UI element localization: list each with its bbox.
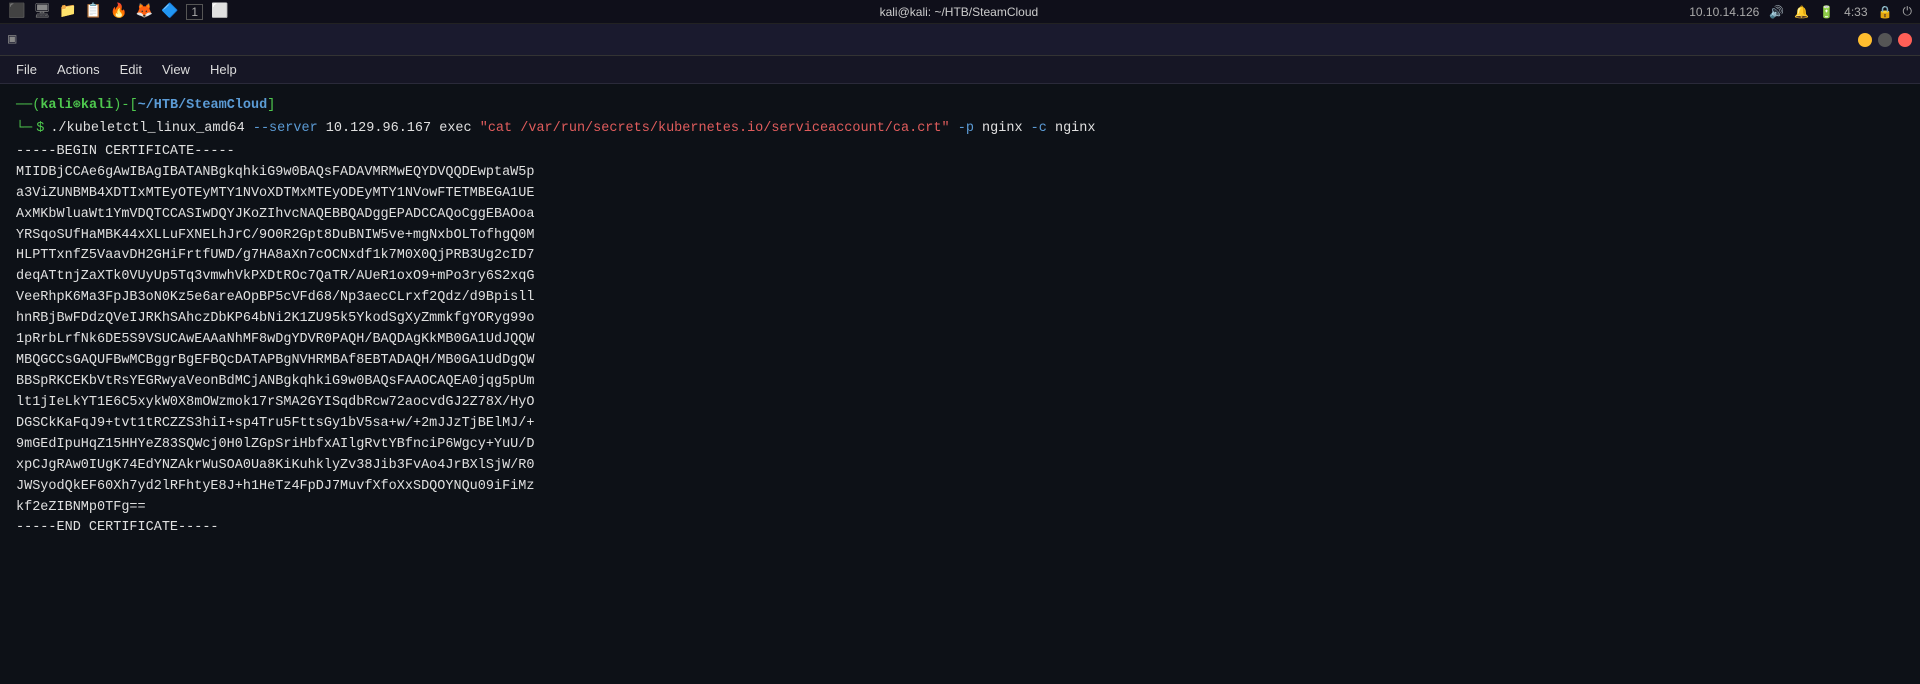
system-topbar: ⬛ 🖥 📁 📋 🔥 🦊 🔷 1 ⬜ kali@kali: ~/HTB/Steam… — [0, 0, 1920, 24]
cert-line: MBQGCCsGAQUFBwMCBggrBgEFBQcDATAPBgNVHRMB… — [16, 351, 1904, 372]
cert-output: -----BEGIN CERTIFICATE-----MIIDBjCCAe6gA… — [16, 142, 1904, 540]
cert-line: MIIDBjCCAe6gAwIBAgIBATANBgkqhkiG9w0BAQsF… — [16, 163, 1904, 184]
menu-actions[interactable]: Actions — [49, 60, 108, 79]
cmd-quoted: "cat /var/run/secrets/kubernetes.io/serv… — [480, 119, 950, 140]
cert-line: VeeRhpK6Ma3FpJB3oN0Kz5e6areAOpBP5cVFd68/… — [16, 288, 1904, 309]
system-icon-7: 🔷 — [161, 3, 178, 20]
cert-line: a3ViZUNBMB4XDTIxMTEyOTEyMTY1NVoXDTMxMTEy… — [16, 184, 1904, 205]
system-icon-2: 🖥 — [33, 3, 51, 20]
workspace-indicator[interactable]: 1 — [186, 4, 203, 20]
titlebar: ▣ — [0, 24, 1920, 56]
system-icon-8: ⬜ — [211, 3, 228, 20]
power-icon: ⏻ — [1902, 4, 1912, 19]
menu-help[interactable]: Help — [202, 60, 245, 79]
cert-line: xpCJgRAw0IUgK74EdYNZAkrWuSOA0Ua8KiKuhkly… — [16, 456, 1904, 477]
system-icon-5: 🔥 — [110, 3, 127, 20]
clock: 4:33 — [1844, 5, 1867, 19]
cert-line: JWSyodQkEF60Xh7yd2lRFhtyE8J+h1HeTz4FpDJ7… — [16, 477, 1904, 498]
prompt-connector: └─ — [16, 119, 32, 140]
cert-line: AxMKbWluaWt1YmVDQTCCASIwDQYJKoZIhvcNAQEB… — [16, 205, 1904, 226]
cmd-flag-server: --server — [253, 119, 318, 140]
cmd-binary: ./kubeletctl_linux_amd64 — [50, 119, 244, 140]
prompt-user: kali — [40, 96, 72, 117]
cert-line: lt1jIeLkYT1E6C5xykW0X8mOWzmok17rSMA2GYIS… — [16, 393, 1904, 414]
terminal-area[interactable]: ──(kali⊛kali)-[~/HTB/SteamCloud] └─ $ ./… — [0, 84, 1920, 684]
prompt-host: kali — [81, 96, 113, 117]
cert-line: hnRBjBwFDdzQVeIJRKhSAhczDbKP64bNi2K1ZU95… — [16, 309, 1904, 330]
system-icon-3: 📁 — [59, 3, 76, 20]
cert-line: HLPTTxnfZ5VaavDH2GHiFrtfUWD/g7HA8aXn7cOC… — [16, 246, 1904, 267]
menu-file[interactable]: File — [8, 60, 45, 79]
prompt-path: ~/HTB/SteamCloud — [138, 96, 268, 117]
prompt-dollar: $ — [36, 119, 44, 140]
cert-line: YRSqoSUfHaMBK44xXLLuFXNELhJrC/9O0R2Gpt8D… — [16, 226, 1904, 247]
window-title: kali@kali: ~/HTB/SteamCloud — [880, 3, 1039, 21]
cmd-ip: 10.129.96.167 — [326, 119, 431, 140]
system-icon-6: 🦊 — [136, 3, 153, 20]
cert-line: DGSCkKaFqJ9+tvt1tRCZZS3hiI+sp4Tru5FttsGy… — [16, 414, 1904, 435]
minimize-button[interactable] — [1858, 33, 1872, 47]
cmd-pod: nginx — [982, 119, 1023, 140]
prompt-close-paren: )-[ — [113, 96, 137, 117]
cert-line: 9mGEdIpuHqZ15HHYeZ83SQWcj0H0lZGpSriHbfxA… — [16, 435, 1904, 456]
volume-icon: 🔊 — [1769, 5, 1784, 19]
command-line: └─ $ ./kubeletctl_linux_amd64 --server 1… — [16, 119, 1904, 140]
cert-line: -----BEGIN CERTIFICATE----- — [16, 142, 1904, 163]
prompt-line: ──(kali⊛kali)-[~/HTB/SteamCloud] — [16, 96, 1904, 117]
notification-icon: 🔔 — [1794, 5, 1809, 19]
systembar-left: ⬛ 🖥 📁 📋 🔥 🦊 🔷 1 ⬜ — [8, 3, 229, 20]
cert-line: 1pRrbLrfNk6DE5S9VSUCAwEAAaNhMF8wDgYDVR0P… — [16, 330, 1904, 351]
cert-line: -----END CERTIFICATE----- — [16, 518, 1904, 539]
titlebar-left: ▣ — [8, 31, 16, 48]
lock-icon: 🔒 — [1878, 5, 1893, 19]
maximize-button[interactable] — [1878, 33, 1892, 47]
prompt-path-close: ] — [267, 96, 275, 117]
prompt-at: ⊛ — [73, 96, 81, 117]
menu-view[interactable]: View — [154, 60, 198, 79]
cmd-exec: exec — [439, 119, 471, 140]
system-icon-4: 📋 — [85, 3, 102, 20]
cert-line: BBSpRKCEKbVtRsYEGRwyaVeonBdMCjANBgkqhkiG… — [16, 372, 1904, 393]
cmd-container: nginx — [1055, 119, 1096, 140]
window-controls[interactable] — [1858, 33, 1912, 47]
prompt-open-paren: ──( — [16, 96, 40, 117]
battery-icon: 🔋 — [1819, 5, 1834, 19]
cmd-flag-c: -c — [1031, 119, 1047, 140]
terminal-icon: ▣ — [8, 31, 16, 48]
menu-edit[interactable]: Edit — [112, 60, 150, 79]
system-icon-1: ⬛ — [8, 3, 25, 20]
cert-line: kf2eZIBNMp0TFg== — [16, 498, 1904, 519]
systembar-right: 10.10.14.126 🔊 🔔 🔋 4:33 🔒 ⏻ — [1689, 4, 1912, 19]
cert-line: deqATtnjZaXTk0VUyUp5Tq3vmwhVkPXDtROc7QaT… — [16, 267, 1904, 288]
ip-address: 10.10.14.126 — [1689, 5, 1759, 19]
cmd-flag-p: -p — [958, 119, 974, 140]
close-button[interactable] — [1898, 33, 1912, 47]
menubar: File Actions Edit View Help — [0, 56, 1920, 84]
